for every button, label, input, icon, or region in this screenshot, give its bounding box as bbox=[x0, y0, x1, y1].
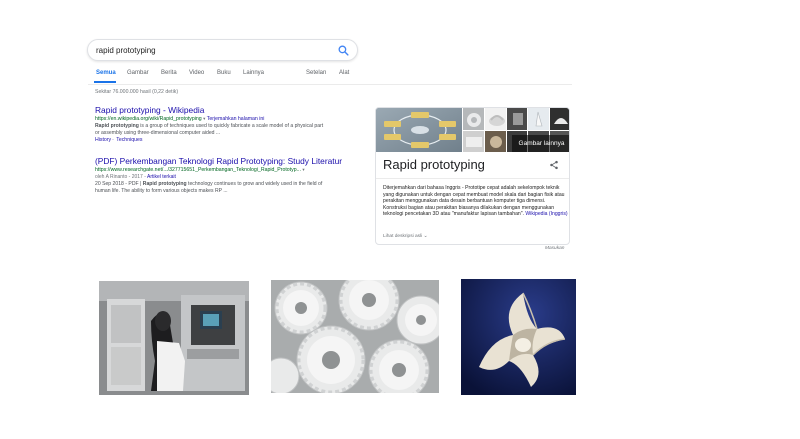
chevron-down-icon: ⌄ bbox=[423, 234, 428, 239]
tab-all[interactable]: Semua bbox=[96, 70, 116, 76]
result-author: oleh A Rinanto - 2017 - bbox=[95, 174, 147, 180]
share-icon[interactable] bbox=[549, 160, 559, 170]
search-box[interactable] bbox=[87, 39, 358, 61]
sitelinks: History· Techniques bbox=[95, 137, 143, 143]
kp-divider bbox=[376, 178, 569, 179]
result-snippet: Rapid prototyping is a group of techniqu… bbox=[95, 123, 357, 137]
kp-main-image[interactable] bbox=[376, 108, 462, 152]
photo-gears bbox=[271, 280, 439, 393]
more-images-link[interactable]: Gambar lainnya bbox=[512, 135, 569, 152]
result-meta: oleh A Rinanto - 2017 - Artikel terkait bbox=[95, 174, 357, 181]
translate-link[interactable]: Terjemahkan halaman ini bbox=[207, 116, 265, 122]
result-title-link[interactable]: (PDF) Perkembangan Teknologi Rapid Proto… bbox=[95, 156, 357, 166]
snippet-text: or assembly using three-dimensional comp… bbox=[95, 130, 221, 136]
photo-lab-machine bbox=[99, 281, 249, 395]
feedback-link[interactable]: Masukan bbox=[545, 246, 564, 251]
tab-settings[interactable]: Setelan bbox=[306, 70, 326, 76]
result-snippet: 20 Sep 2018 - PDF | Rapid prototyping te… bbox=[95, 181, 357, 195]
snippet-bold: Rapid prototyping bbox=[142, 181, 187, 187]
tabs-divider bbox=[88, 84, 572, 85]
see-original-description[interactable]: Lihat deskripsi asli ⌄ bbox=[383, 234, 428, 239]
knowledge-panel-title: Rapid prototyping bbox=[383, 157, 485, 172]
see-original-label: Lihat deskripsi asli bbox=[383, 234, 423, 239]
search-result: Rapid prototyping - Wikipedia https://en… bbox=[95, 105, 357, 144]
active-tab-indicator bbox=[94, 81, 116, 83]
result-url: https://www.researchgate.net/.../3277156… bbox=[95, 166, 357, 174]
tab-more[interactable]: Lainnya bbox=[243, 70, 264, 76]
sitelink-techniques[interactable]: Techniques bbox=[116, 137, 142, 143]
search-input[interactable] bbox=[96, 43, 326, 58]
tab-images[interactable]: Gambar bbox=[127, 70, 149, 76]
snippet-text: human life. The ability to form various … bbox=[95, 188, 228, 194]
kp-source-link[interactable]: Wikipedia (Inggris) bbox=[525, 211, 567, 217]
snippet-text: is a group of techniques used to quickly… bbox=[138, 123, 324, 129]
snippet-bold: Rapid prototyping bbox=[95, 123, 139, 129]
related-articles-link[interactable]: Artikel terkait bbox=[147, 174, 176, 180]
tab-video[interactable]: Video bbox=[189, 70, 204, 76]
sitelink-history[interactable]: History bbox=[95, 137, 111, 143]
knowledge-panel: Gambar lainnya Rapid prototyping Diterje… bbox=[375, 107, 570, 245]
search-tabs: Semua Gambar Berita Video Buku Lainnya S… bbox=[88, 70, 353, 84]
photo-3d-printed-part bbox=[461, 279, 576, 395]
tab-news[interactable]: Berita bbox=[161, 70, 177, 76]
search-result: (PDF) Perkembangan Teknologi Rapid Proto… bbox=[95, 156, 357, 195]
result-title-link[interactable]: Rapid prototyping - Wikipedia bbox=[95, 105, 357, 115]
snippet-text: technology continues to grow and widely … bbox=[186, 181, 323, 187]
url-dropdown-icon[interactable]: ▾ bbox=[302, 167, 304, 172]
url-dropdown-icon[interactable]: ▾ bbox=[203, 116, 205, 121]
result-url-text: https://en.wikipedia.org/wiki/Rapid_prot… bbox=[95, 116, 202, 122]
tab-tools[interactable]: Alat bbox=[339, 70, 349, 76]
knowledge-panel-description: Diterjemahkan dari bahasa Inggris - Prot… bbox=[383, 185, 569, 218]
result-stats: Sekitar 76.000.000 hasil (0,22 detik) bbox=[95, 89, 179, 95]
snippet-date: 20 Sep 2018 - PDF | bbox=[95, 181, 143, 187]
knowledge-panel-images[interactable]: Gambar lainnya bbox=[376, 108, 569, 152]
tab-books[interactable]: Buku bbox=[217, 70, 231, 76]
result-url: https://en.wikipedia.org/wiki/Rapid_prot… bbox=[95, 115, 357, 123]
result-url-text: https://www.researchgate.net/.../3277156… bbox=[95, 167, 301, 173]
search-icon[interactable] bbox=[337, 44, 350, 57]
